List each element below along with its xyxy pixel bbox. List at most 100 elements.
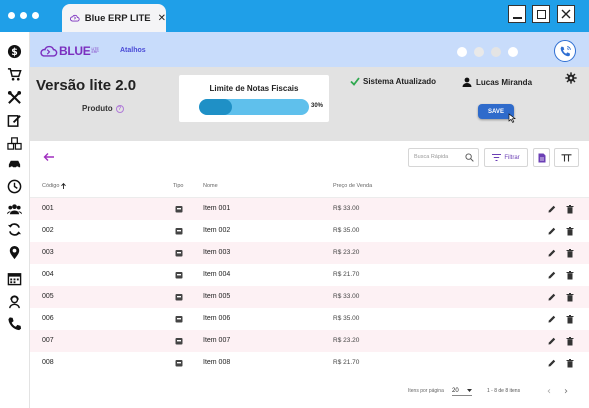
previous-page-icon[interactable]: ‹ xyxy=(547,386,551,397)
product-label: Produto xyxy=(82,104,113,113)
table-toolbar: Busca Rápida Filtrar xyxy=(30,141,589,175)
delete-icon[interactable] xyxy=(566,249,574,258)
column-header-type-label: Tipo xyxy=(173,183,184,189)
edit-icon[interactable] xyxy=(548,315,556,323)
table-row[interactable]: 003 Item 003 R$ 23.20 xyxy=(30,242,589,264)
column-header-code-label: Código xyxy=(42,183,60,189)
table-row[interactable]: 007 Item 007 R$ 23.20 xyxy=(30,330,589,352)
close-icon xyxy=(561,9,571,19)
delete-icon[interactable] xyxy=(566,227,574,236)
rows-per-page-select[interactable]: 20 xyxy=(452,386,472,396)
edit-icon[interactable] xyxy=(548,205,556,213)
edit-note-icon[interactable] xyxy=(7,113,22,128)
help-icon[interactable]: ? xyxy=(115,104,124,113)
sync-icon[interactable] xyxy=(7,222,22,237)
indicator-dot[interactable] xyxy=(508,47,518,57)
window-dots xyxy=(8,12,39,19)
invoice-limit-progress xyxy=(199,99,309,115)
edit-icon[interactable] xyxy=(548,249,556,257)
header-indicators xyxy=(457,47,518,57)
cell-price: R$ 21.70 xyxy=(333,271,360,278)
table-row[interactable]: 006 Item 006 R$ 35.00 xyxy=(30,308,589,330)
user-profile[interactable]: Lucas Miranda xyxy=(462,77,532,87)
cell-price: R$ 33.00 xyxy=(333,293,360,300)
calendar-icon[interactable] xyxy=(7,271,22,286)
columns-button[interactable] xyxy=(554,148,579,167)
tools-icon[interactable] xyxy=(7,90,22,105)
logo-text: BLUE xyxy=(59,44,91,58)
search-icon xyxy=(465,153,474,162)
cell-name: Item 008 xyxy=(203,359,231,366)
maximize-button[interactable] xyxy=(532,5,550,23)
rows-per-page-value: 20 xyxy=(452,387,459,394)
cell-name: Item 001 xyxy=(203,205,231,212)
edit-icon[interactable] xyxy=(548,337,556,345)
cell-price: R$ 35.00 xyxy=(333,227,360,234)
cell-name: Item 006 xyxy=(203,315,231,322)
column-header-price[interactable]: Preço de Venda xyxy=(333,183,372,189)
product-type-icon xyxy=(175,338,183,345)
cell-price: R$ 33.00 xyxy=(333,205,360,212)
cell-code: 002 xyxy=(42,227,54,234)
export-document-button[interactable] xyxy=(533,148,550,167)
table-row[interactable]: 005 Item 005 R$ 33.00 xyxy=(30,286,589,308)
call-button[interactable] xyxy=(554,40,576,62)
dollar-icon[interactable]: $ xyxy=(7,44,22,59)
dot xyxy=(8,12,15,19)
sync-status: Sistema Atualizado xyxy=(350,77,436,86)
column-header-name[interactable]: Nome xyxy=(203,183,218,189)
phone-icon[interactable] xyxy=(7,316,22,331)
delete-icon[interactable] xyxy=(566,205,574,214)
delete-icon[interactable] xyxy=(566,293,574,302)
delete-icon[interactable] xyxy=(566,315,574,324)
delete-icon[interactable] xyxy=(566,359,574,368)
shortcuts-link[interactable]: Atalhos xyxy=(120,47,146,54)
filter-button[interactable]: Filtrar xyxy=(484,148,528,167)
location-icon[interactable] xyxy=(7,245,22,260)
tab-close-icon[interactable]: ✕ xyxy=(158,13,166,24)
table-row[interactable]: 001 Item 001 R$ 33.00 xyxy=(30,198,589,220)
product-type-icon xyxy=(175,206,183,213)
car-icon[interactable] xyxy=(7,156,22,171)
info-panel: Versão lite 2.0 Produto ? Limite de Nota… xyxy=(30,67,589,141)
title-bar: Blue ERP LITE ✕ xyxy=(0,0,589,32)
support-agent-icon[interactable] xyxy=(7,294,22,309)
cell-price: R$ 23.20 xyxy=(333,337,360,344)
indicator-dot[interactable] xyxy=(457,47,467,57)
browser-tab[interactable]: Blue ERP LITE ✕ xyxy=(62,4,166,32)
close-button[interactable] xyxy=(557,5,575,23)
indicator-dot[interactable] xyxy=(474,47,484,57)
brand-logo[interactable]: BLUE LITE ERP xyxy=(40,44,101,58)
delete-icon[interactable] xyxy=(566,271,574,280)
cell-name: Item 002 xyxy=(203,227,231,234)
gear-icon[interactable] xyxy=(565,72,577,84)
boxes-icon[interactable] xyxy=(7,136,22,151)
column-header-code[interactable]: Código xyxy=(42,183,67,189)
table-row[interactable]: 004 Item 004 R$ 21.70 xyxy=(30,264,589,286)
minimize-button[interactable] xyxy=(508,5,526,23)
indicator-dot[interactable] xyxy=(491,47,501,57)
delete-icon[interactable] xyxy=(566,337,574,346)
maximize-icon xyxy=(536,9,546,19)
table-header: Código Tipo Nome Preço de Venda xyxy=(30,175,589,198)
edit-icon[interactable] xyxy=(548,271,556,279)
search-input[interactable]: Busca Rápida xyxy=(408,148,479,167)
column-header-type[interactable]: Tipo xyxy=(173,183,184,189)
table-row[interactable]: 002 Item 002 R$ 35.00 xyxy=(30,220,589,242)
next-page-icon[interactable]: › xyxy=(564,386,568,397)
sort-ascending-icon xyxy=(61,183,67,189)
columns-icon xyxy=(561,153,572,161)
cell-code: 004 xyxy=(42,271,54,278)
users-icon[interactable] xyxy=(7,202,22,217)
back-arrow-icon[interactable] xyxy=(43,152,55,162)
check-icon xyxy=(350,77,360,86)
clock-icon[interactable] xyxy=(7,179,22,194)
edit-icon[interactable] xyxy=(548,359,556,367)
cart-icon[interactable] xyxy=(7,67,22,82)
table-row[interactable]: 008 Item 008 R$ 21.70 xyxy=(30,352,589,374)
edit-icon[interactable] xyxy=(548,293,556,301)
app-header: BLUE LITE ERP Atalhos xyxy=(30,32,589,67)
edit-icon[interactable] xyxy=(548,227,556,235)
cell-code: 008 xyxy=(42,359,54,366)
column-header-price-label: Preço de Venda xyxy=(333,183,373,189)
